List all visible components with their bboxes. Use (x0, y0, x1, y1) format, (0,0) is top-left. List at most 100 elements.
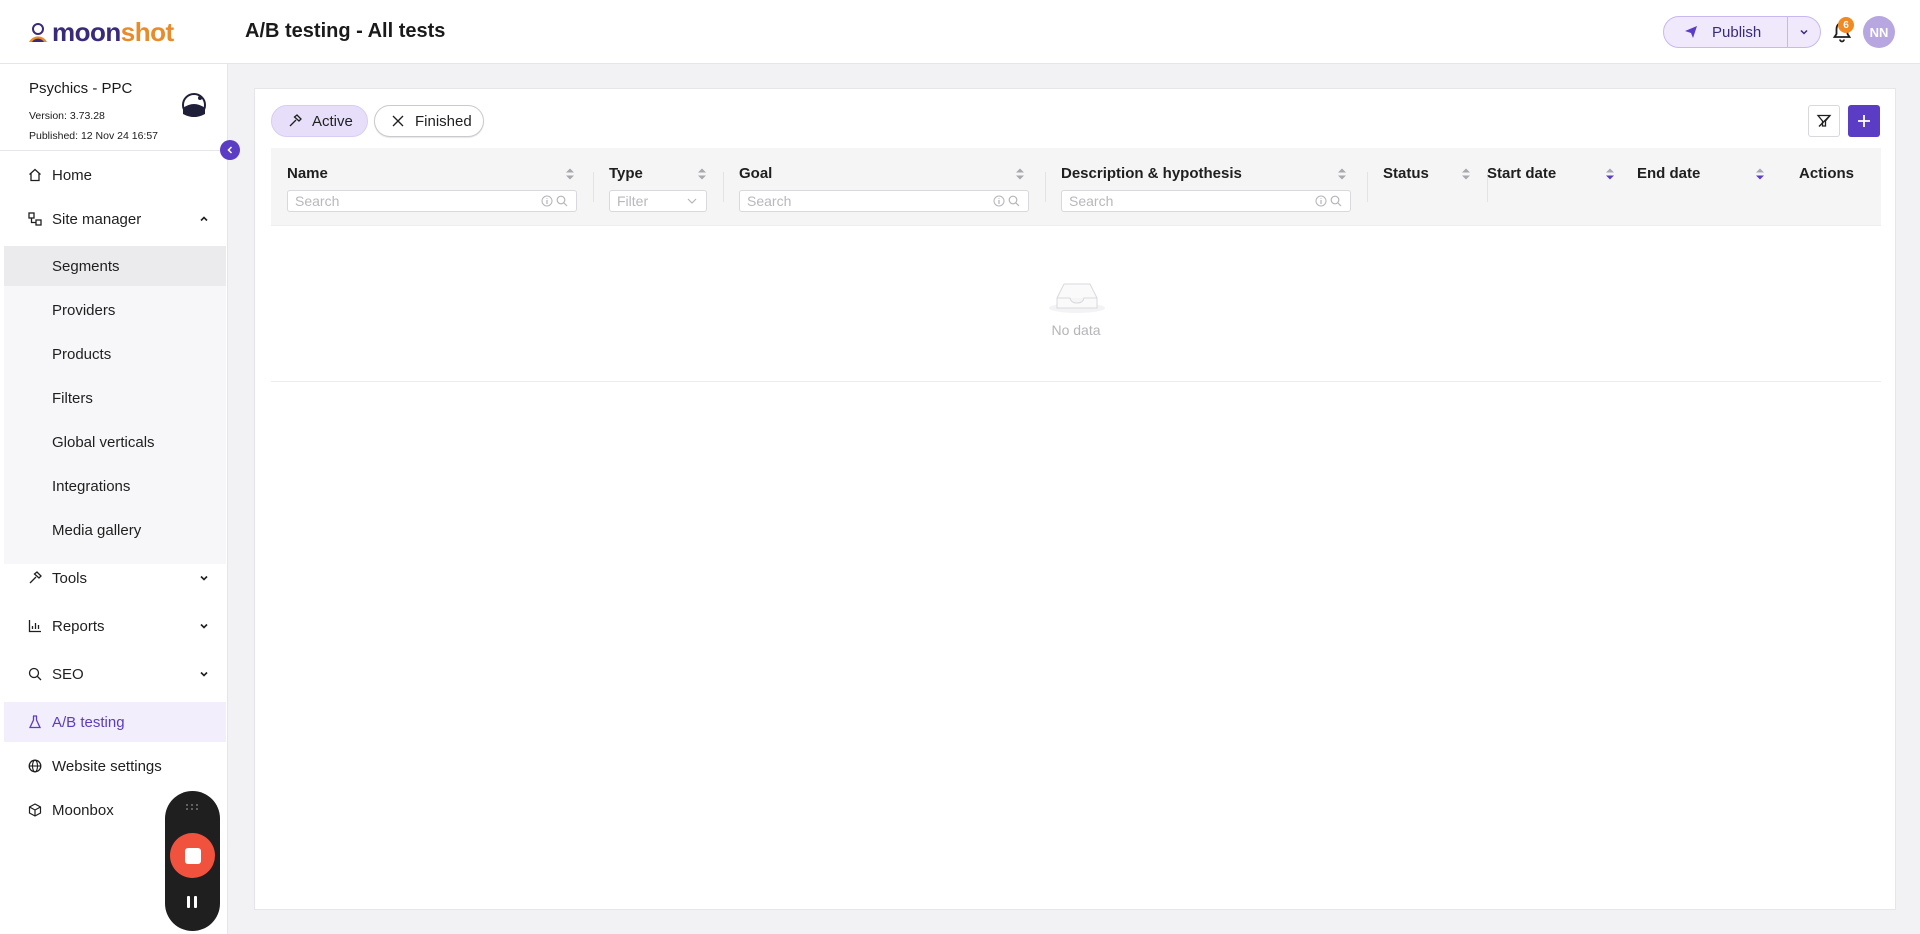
moon-logo-icon (29, 23, 47, 42)
publish-button-group: Publish (1663, 16, 1821, 48)
sidebar-subitem-providers[interactable]: Providers (4, 290, 226, 330)
chevron-down-icon (687, 198, 697, 204)
chevron-down-icon (1800, 29, 1808, 35)
column-title: Description & hypothesis (1061, 165, 1242, 182)
site-published: Published: 12 Nov 24 16:57 (29, 130, 159, 142)
sort-icon[interactable] (1461, 166, 1471, 182)
info-icon (541, 195, 553, 207)
column-title: Start date (1487, 165, 1557, 182)
sidebar-item-label: Global verticals (52, 433, 155, 451)
sidebar-subitem-global-verticals[interactable]: Global verticals (4, 422, 226, 462)
logo-text-shot: shot (120, 16, 174, 47)
sidebar-item-label: SEO (52, 665, 84, 683)
send-icon (1685, 26, 1697, 38)
sidebar-item-label: A/B testing (52, 713, 125, 731)
sidebar: Psychics - PPC Version: 3.73.28 Publishe… (0, 64, 228, 934)
sidebar-item-website-settings[interactable]: Website settings (4, 746, 226, 786)
name-search-input[interactable]: Search (287, 190, 577, 212)
sort-icon[interactable] (1337, 166, 1347, 182)
sidebar-item-tools[interactable]: Tools (4, 558, 226, 598)
column-name: Name Search (271, 148, 593, 226)
add-test-button[interactable] (1848, 105, 1880, 137)
publish-button[interactable]: Publish (1664, 17, 1789, 47)
goal-search-input[interactable]: Search (739, 190, 1029, 212)
column-type: Type Filter (593, 148, 723, 226)
sidebar-item-label: Tools (52, 569, 88, 587)
chevron-down-icon (200, 671, 208, 677)
search-placeholder: Search (295, 193, 340, 209)
sitemap-icon (28, 212, 42, 226)
stop-icon (184, 847, 201, 864)
sidebar-item-ab-testing[interactable]: A/B testing (4, 702, 226, 742)
hammer-icon (289, 114, 302, 127)
chevron-left-icon (227, 146, 233, 154)
empty-inbox-icon (1049, 283, 1105, 313)
publish-label: Publish (1712, 23, 1762, 41)
empty-state: No data (271, 226, 1881, 382)
sidebar-item-home[interactable]: Home (4, 155, 226, 195)
sidebar-item-label: Filters (52, 389, 93, 407)
filter-placeholder: Filter (617, 193, 649, 209)
sidebar-item-reports[interactable]: Reports (4, 606, 226, 646)
sort-descending-icon[interactable] (1755, 166, 1765, 182)
sidebar-subitem-products[interactable]: Products (4, 334, 226, 374)
logo-text-moon: moon (52, 16, 121, 47)
sidebar-item-label: Home (52, 166, 93, 184)
sidebar-divider (0, 150, 227, 151)
info-icon (1315, 195, 1327, 207)
chevron-down-icon (200, 623, 208, 629)
page-title: A/B testing - All tests (245, 20, 446, 42)
column-title: Actions (1799, 165, 1855, 182)
site-version: Version: 3.73.28 (29, 110, 105, 122)
sidebar-item-label: Site manager (52, 210, 142, 228)
search-icon (556, 195, 568, 207)
column-title: Name (287, 165, 328, 182)
sidebar-item-label: Media gallery (52, 521, 142, 539)
table-header: Name Search Type Filter Goal Search Desc… (271, 148, 1881, 226)
stop-recording-button[interactable] (170, 833, 215, 878)
site-name: Psychics - PPC (29, 80, 133, 97)
hammer-icon (29, 571, 42, 584)
sort-icon[interactable] (565, 166, 575, 182)
sidebar-subitem-filters[interactable]: Filters (4, 378, 226, 418)
sort-icon[interactable] (1015, 166, 1025, 182)
sort-descending-icon[interactable] (1605, 166, 1615, 182)
column-title: Status (1383, 165, 1429, 182)
column-goal: Goal Search (723, 148, 1045, 226)
sidebar-item-label: Products (52, 345, 112, 363)
tab-label: Active (312, 112, 353, 130)
search-icon (1330, 195, 1342, 207)
sidebar-subitem-integrations[interactable]: Integrations (4, 466, 226, 506)
sidebar-item-label: Website settings (52, 757, 162, 775)
moonshot-logo[interactable]: moonshot (26, 16, 174, 47)
drag-handle-icon[interactable] (185, 803, 199, 811)
flask-icon (28, 715, 42, 729)
description-search-input[interactable]: Search (1061, 190, 1351, 212)
sidebar-subitem-segments[interactable]: Segments (4, 246, 226, 286)
tools-crossed-icon (392, 115, 404, 127)
sidebar-item-label: Reports (52, 617, 105, 635)
column-description: Description & hypothesis Search (1045, 148, 1367, 226)
tab-finished[interactable]: Finished (374, 105, 484, 137)
avatar[interactable]: NN (1863, 16, 1895, 48)
globe-icon (28, 759, 42, 773)
sidebar-item-seo[interactable]: SEO (4, 654, 226, 694)
plus-icon (1858, 115, 1870, 127)
chevron-up-icon (200, 216, 208, 222)
sidebar-collapse-button[interactable] (220, 140, 240, 160)
crystal-ball-icon (182, 93, 206, 117)
clear-filters-button[interactable] (1808, 105, 1840, 137)
sidebar-item-label: Integrations (52, 477, 131, 495)
bar-chart-icon (28, 620, 41, 633)
sidebar-item-site-manager[interactable]: Site manager (4, 199, 226, 239)
sidebar-item-label: Moonbox (52, 801, 114, 819)
type-filter-select[interactable]: Filter (609, 190, 707, 212)
publish-dropdown-button[interactable] (1788, 17, 1820, 47)
filter-off-icon (1816, 114, 1832, 127)
search-icon (1008, 195, 1020, 207)
pause-icon[interactable] (185, 894, 199, 910)
tab-active[interactable]: Active (271, 105, 368, 137)
sidebar-subitem-media-gallery[interactable]: Media gallery (4, 510, 226, 550)
sort-icon[interactable] (697, 166, 707, 182)
column-title: End date (1637, 165, 1701, 182)
